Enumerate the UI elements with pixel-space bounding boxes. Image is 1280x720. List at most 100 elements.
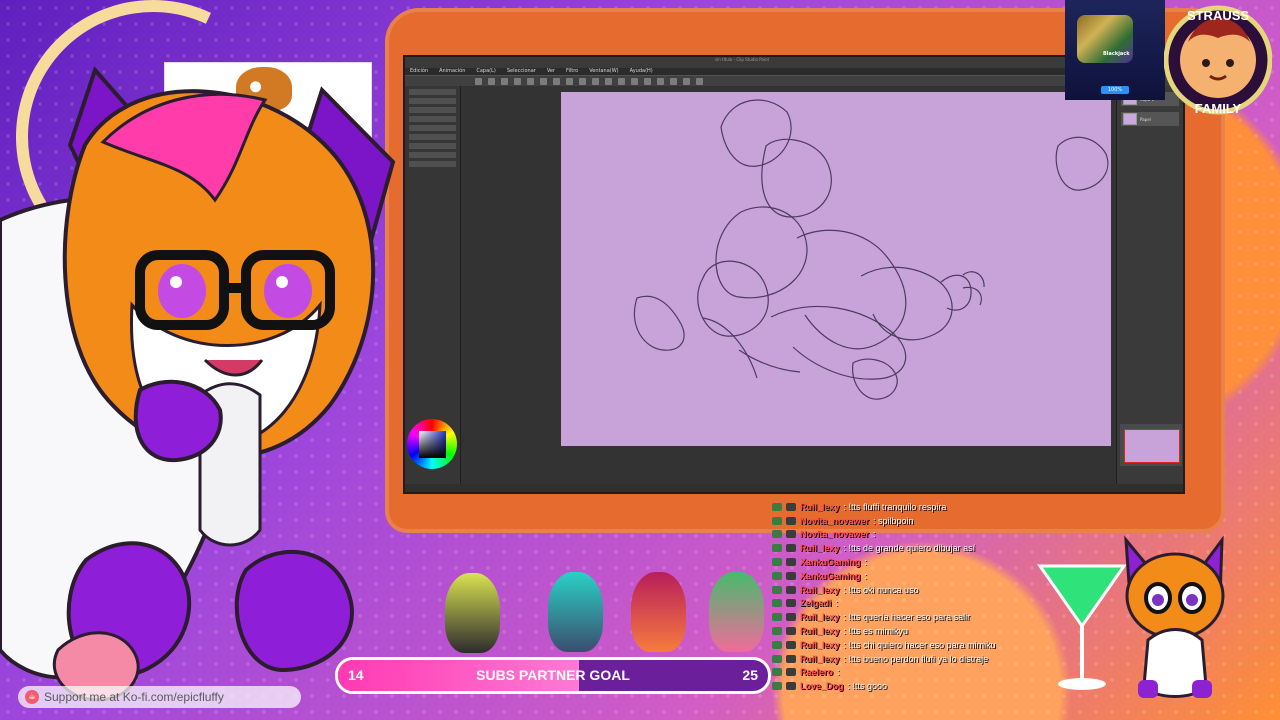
- badge-icon: [772, 627, 782, 636]
- chat-message: : !tts chi quiero hacer eso para mimiku: [843, 639, 996, 650]
- emote-character-1: [445, 573, 500, 653]
- badge-icon: [772, 613, 782, 622]
- badge-icon: [786, 654, 796, 663]
- kofi-text: Support me at Ko-fi.com/epicfluffy: [44, 690, 224, 704]
- logo-text-top: STRAUSS: [1187, 8, 1249, 23]
- badge-icon: [772, 682, 782, 691]
- badge-icon: [786, 558, 796, 567]
- chibi-fox-icon: [1124, 535, 1225, 698]
- menu-item-select[interactable]: Seleccionar: [507, 68, 536, 74]
- menu-item-layer[interactable]: Capa(L): [476, 68, 495, 74]
- chat-username: XankuGaming: [800, 570, 861, 581]
- drawing-canvas[interactable]: [561, 92, 1111, 446]
- card-label: Blackjack: [1103, 51, 1130, 57]
- chat-username: Ruil_lexy: [800, 626, 840, 637]
- chat-username: Raelero: [800, 667, 834, 678]
- badge-icon: [786, 640, 796, 649]
- tool-icon[interactable]: [527, 78, 534, 85]
- fox-vtuber-avatar: [0, 66, 396, 702]
- tool-icon[interactable]: [475, 78, 482, 85]
- chat-line: Ruil_lexy : !tts de grande quiero dibuja…: [772, 541, 1142, 555]
- menu-item-help[interactable]: Ayuda(H): [630, 68, 653, 74]
- goal-target: 25: [742, 667, 758, 683]
- tool-icon[interactable]: [488, 78, 495, 85]
- badge-icon: [786, 599, 796, 608]
- chat-username: Ruil_lexy: [800, 639, 840, 650]
- chat-username: XankuGaming: [800, 557, 861, 568]
- tool-icon[interactable]: [605, 78, 612, 85]
- tool-icon[interactable]: [592, 78, 599, 85]
- badge-icon: [772, 502, 782, 511]
- chat-message: :: [864, 557, 868, 568]
- logo-text-bottom: FAMILY: [1195, 101, 1242, 116]
- chat-username: Ruil_lexy: [800, 612, 840, 623]
- layer-label: Papel: [1140, 116, 1151, 122]
- chat-username: Ruil_lexy: [800, 584, 840, 595]
- tool-icon[interactable]: [683, 78, 690, 85]
- chat-message: : !tts es mimikyu: [843, 626, 909, 637]
- tool-icon[interactable]: [657, 78, 664, 85]
- chat-username: Novita_novawer: [800, 529, 870, 540]
- chat-message: :: [837, 667, 840, 678]
- chat-username: Ruil_lexy: [800, 543, 840, 554]
- badge-icon: [772, 654, 782, 663]
- chat-username: Ruil_lexy: [800, 653, 840, 664]
- navigator-panel: [1120, 424, 1182, 466]
- badge-icon: [786, 544, 796, 553]
- window-title: sin título - Clip Studio Paint: [715, 57, 770, 62]
- chat-username: Ruil_lexy: [800, 501, 840, 512]
- tool-icon[interactable]: [514, 78, 521, 85]
- badge-icon: [786, 530, 796, 539]
- emote-character-4: [709, 572, 764, 652]
- badge-icon: [772, 571, 782, 580]
- badge-icon: [786, 613, 796, 622]
- chat-message: :: [835, 598, 839, 609]
- tool-icon[interactable]: [540, 78, 547, 85]
- menu-item-filter[interactable]: Filtro: [566, 68, 578, 74]
- tool-icon[interactable]: [501, 78, 508, 85]
- tool-icon[interactable]: [618, 78, 625, 85]
- chat-message: : !tts bueno perdon flufi ya lo distraje: [843, 653, 989, 664]
- chat-line: Ruil_lexy : !tts fluffi tranquilo respir…: [772, 500, 1142, 514]
- chat-line: Novita_novawer : spilbpoin: [772, 514, 1142, 528]
- badge-icon: [772, 585, 782, 594]
- badge-icon: [786, 682, 796, 691]
- chat-message: :: [873, 529, 876, 540]
- chat-message: :: [864, 570, 868, 581]
- badge-icon: [772, 599, 782, 608]
- kofi-banner[interactable]: ☕ Support me at Ko-fi.com/epicfluffy: [18, 686, 301, 708]
- tool-icon[interactable]: [644, 78, 651, 85]
- tool-icon[interactable]: [566, 78, 573, 85]
- chat-message: : spilbpoin: [873, 515, 914, 526]
- card-badge: 100%: [1101, 86, 1129, 94]
- chat-username: Love_Dog: [800, 681, 844, 692]
- clip-studio-window: sin título - Clip Studio Paint Edición A…: [403, 55, 1185, 494]
- tool-icon[interactable]: [696, 78, 703, 85]
- chat-line: Novita_novawer :: [772, 528, 1142, 542]
- menu-item-window[interactable]: Ventana(W): [589, 68, 618, 74]
- badge-icon: [772, 544, 782, 553]
- tool-icon[interactable]: [579, 78, 586, 85]
- navigator-preview[interactable]: [1124, 429, 1180, 463]
- chat-message: : !tts fluffi tranquilo respira: [843, 501, 947, 512]
- badge-icon: [786, 585, 796, 594]
- chat-message: : !tts de grande quiero dibujar así: [843, 543, 976, 554]
- strauss-family-logo: STRAUSS FAMILY: [1164, 5, 1272, 116]
- badge-icon: [772, 668, 782, 677]
- badge-icon: [786, 502, 796, 511]
- canvas-area: [461, 86, 1119, 484]
- badge-icon: [786, 571, 796, 580]
- tool-icon[interactable]: [670, 78, 677, 85]
- tool-icon[interactable]: [631, 78, 638, 85]
- badge-icon: [786, 627, 796, 636]
- emote-character-2: [548, 572, 603, 652]
- status-bar: [405, 484, 1183, 492]
- chat-username: Zelgadi: [800, 598, 832, 609]
- chat-message: : !tts oki nunca uso: [843, 584, 919, 595]
- tool-icon[interactable]: [553, 78, 560, 85]
- badge-icon: [786, 668, 796, 677]
- menu-item-view[interactable]: Ver: [547, 68, 555, 74]
- subscriber-goal-bar: 14 SUBS PARTNER GOAL 25: [335, 657, 771, 694]
- badge-icon: [772, 516, 782, 525]
- coffee-cup-icon: ☕: [25, 690, 39, 704]
